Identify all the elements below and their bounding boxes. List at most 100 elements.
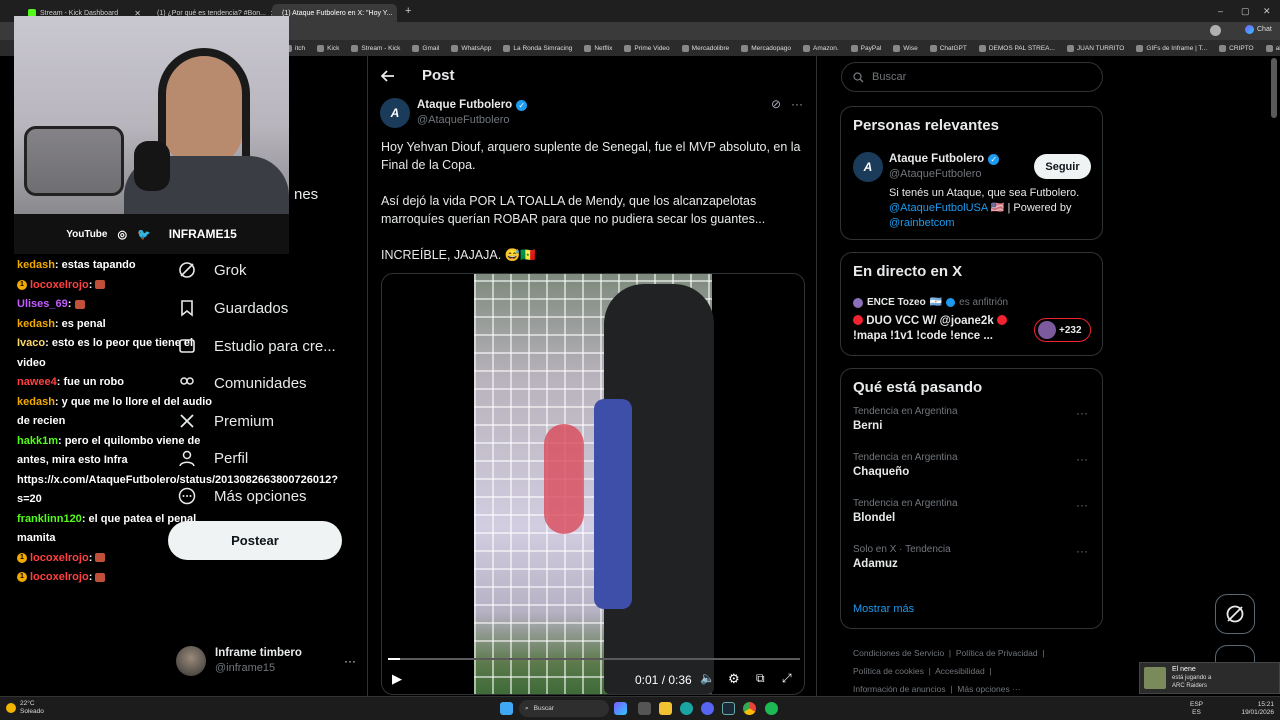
footer-link[interactable]: Política de cookies — [853, 666, 924, 676]
trend-more-icon[interactable]: ··· — [1076, 544, 1088, 558]
browser-tab-post[interactable]: (1) Ataque Futbolero en X: "Hoy Y...✕ — [272, 4, 397, 22]
nav-item-guardados[interactable]: Guardados — [178, 299, 288, 317]
chat-username[interactable]: Ivaco — [17, 337, 45, 349]
post-more-icon[interactable]: ··· — [791, 97, 803, 111]
chat-username[interactable]: kedash — [17, 396, 55, 408]
nav-item-estudio[interactable]: Estudio para cre... — [178, 337, 336, 355]
maximize-icon[interactable]: ▢ — [1241, 6, 1250, 17]
bookmark-item[interactable]: Kick — [317, 44, 339, 52]
pip-icon[interactable]: ⧉ — [756, 671, 765, 686]
footer-link[interactable]: Condiciones de Servicio — [853, 648, 944, 658]
trend-more-icon[interactable]: ··· — [1076, 498, 1088, 512]
bookmark-item[interactable]: JUAN TURRITO — [1066, 44, 1124, 52]
task-view-icon[interactable] — [638, 702, 651, 715]
chat-username[interactable]: locoxelrojo — [30, 571, 89, 583]
minimize-icon[interactable]: – — [1218, 6, 1223, 16]
chat-username[interactable]: kedash — [17, 259, 55, 271]
grok-explain-icon[interactable]: ⊘ — [771, 97, 781, 111]
author-avatar[interactable]: A — [380, 98, 410, 128]
author-name[interactable]: Ataque Futbolero — [417, 98, 512, 113]
bookmark-item[interactable]: CRIPTO — [1219, 44, 1254, 52]
file-explorer-icon[interactable] — [659, 702, 672, 715]
trend-item[interactable]: Tendencia en Argentina Chaqueño ··· — [853, 452, 1090, 498]
bookmark-item[interactable]: Wise — [893, 44, 918, 52]
footer-link[interactable]: Más opciones ··· — [957, 684, 1020, 694]
steam-icon[interactable] — [722, 702, 735, 715]
new-tab-button[interactable]: + — [405, 5, 411, 17]
bookmark-item[interactable]: La Ronda Simracing — [503, 44, 572, 52]
trend-more-icon[interactable]: ··· — [1076, 406, 1088, 420]
more-dots-icon[interactable]: ··· — [344, 654, 356, 668]
bookmark-item[interactable]: PayPal — [850, 44, 881, 52]
video-player[interactable]: ▶ 0:01 / 0:36 🔈 ⚙ ⧉ ⤢ — [381, 273, 805, 695]
discord-icon[interactable] — [701, 702, 714, 715]
play-icon[interactable]: ▶ — [392, 671, 402, 687]
taskbar-search[interactable]: ⌕ Buscar — [519, 700, 609, 717]
game-notification[interactable]: El nene está jugando a ARC Raiders — [1139, 662, 1280, 694]
bookmark-item[interactable]: Amazon. — [803, 44, 839, 52]
chat-username[interactable]: locoxelrojo — [30, 552, 89, 564]
copilot-icon[interactable] — [614, 702, 627, 715]
show-more-link[interactable]: Mostrar más — [853, 603, 914, 615]
chat-username[interactable]: kedash — [17, 318, 55, 330]
video-progress-bar[interactable] — [388, 658, 800, 660]
bookmark-item[interactable]: WhatsApp — [451, 44, 491, 52]
relevant-avatar[interactable]: A — [853, 152, 883, 182]
relevant-name[interactable]: Ataque Futbolero — [889, 152, 984, 167]
footer-link[interactable]: Accesibilidad — [935, 666, 985, 676]
chat-username[interactable]: hakk1m — [17, 435, 58, 447]
chat-username[interactable]: Ulises_69 — [17, 298, 68, 310]
chat-button[interactable]: Chat — [1245, 25, 1272, 34]
listener-count-pill[interactable]: +232 — [1034, 318, 1091, 342]
bookmark-item[interactable]: Mercadopago — [741, 44, 791, 52]
bookmark-item[interactable]: GIFs de Inframe | T... — [1136, 44, 1207, 52]
fullscreen-icon[interactable]: ⤢ — [782, 671, 792, 686]
trend-more-icon[interactable]: ··· — [1076, 452, 1088, 466]
spotify-icon[interactable] — [765, 702, 778, 715]
nav-item-mas-opciones[interactable]: Más opciones — [178, 487, 307, 505]
follow-button[interactable]: Seguir — [1034, 154, 1091, 179]
close-tab-icon[interactable]: ✕ — [396, 9, 397, 18]
chat-username[interactable]: nawee4 — [17, 376, 57, 388]
search-input[interactable]: Buscar — [841, 62, 1103, 92]
nav-item-grok[interactable]: Grok — [178, 261, 247, 279]
start-icon[interactable] — [500, 702, 513, 715]
red-shape — [544, 424, 584, 534]
chat-username[interactable]: franklinn120 — [17, 513, 82, 525]
bookmark-item[interactable]: Stream - Kick — [351, 44, 400, 52]
bookmark-item[interactable]: Prime Video — [624, 44, 670, 52]
nav-item-comunidades[interactable]: Comunidades — [178, 374, 307, 392]
trend-item[interactable]: Tendencia en Argentina Blondel ··· — [853, 498, 1090, 544]
language-indicator[interactable]: ESP ES — [1190, 701, 1203, 717]
footer-link[interactable]: Información de anuncios — [853, 684, 946, 694]
grok-floating-button[interactable] — [1215, 594, 1255, 634]
trend-item[interactable]: Solo en X · Tendencia Adamuz ··· — [853, 544, 1090, 590]
post-button[interactable]: Postear — [168, 521, 342, 560]
nav-item-premium[interactable]: Premium — [178, 412, 274, 430]
trend-item[interactable]: Tendencia en Argentina Berni ··· — [853, 406, 1090, 452]
nav-item-perfil[interactable]: Perfil — [178, 449, 248, 467]
chat-username[interactable]: locoxelrojo — [30, 279, 89, 291]
clock[interactable]: 15:21 19/01/2026 — [1238, 701, 1274, 717]
weather-widget[interactable]: 22°C Soleado — [6, 700, 44, 716]
chrome-icon[interactable] — [743, 702, 756, 715]
bookmark-item[interactable]: aires — [1265, 44, 1280, 52]
profile-avatar[interactable] — [1210, 25, 1221, 36]
close-window-icon[interactable]: ✕ — [1263, 6, 1271, 17]
bookmark-item[interactable]: Gmail — [412, 44, 439, 52]
bio-link[interactable]: @AtaqueFutbolUSA — [889, 202, 988, 214]
volume-icon[interactable]: 🔈 — [700, 671, 715, 685]
settings-icon[interactable]: ⚙ — [728, 671, 740, 687]
post-author[interactable]: A Ataque Futbolero ✓ @AtaqueFutbolero — [380, 98, 528, 128]
back-arrow-icon[interactable] — [380, 68, 396, 84]
bookmark-item[interactable]: DEMOS PAL STREA... — [978, 44, 1055, 52]
bookmark-item[interactable]: ChatGPT — [929, 44, 967, 52]
nav-item-listas[interactable]: nes — [294, 186, 318, 203]
bio-link[interactable]: @rainbetcom — [889, 217, 955, 229]
edge-icon[interactable] — [680, 702, 693, 715]
account-switcher[interactable]: Inframe timbero @inframe15 ··· — [176, 645, 356, 677]
bookmark-item[interactable]: Netflix — [584, 44, 612, 52]
bookmark-item[interactable]: Mercadolibre — [681, 44, 729, 52]
page-scrollbar[interactable] — [1271, 58, 1277, 118]
footer-link[interactable]: Política de Privacidad — [956, 648, 1038, 658]
